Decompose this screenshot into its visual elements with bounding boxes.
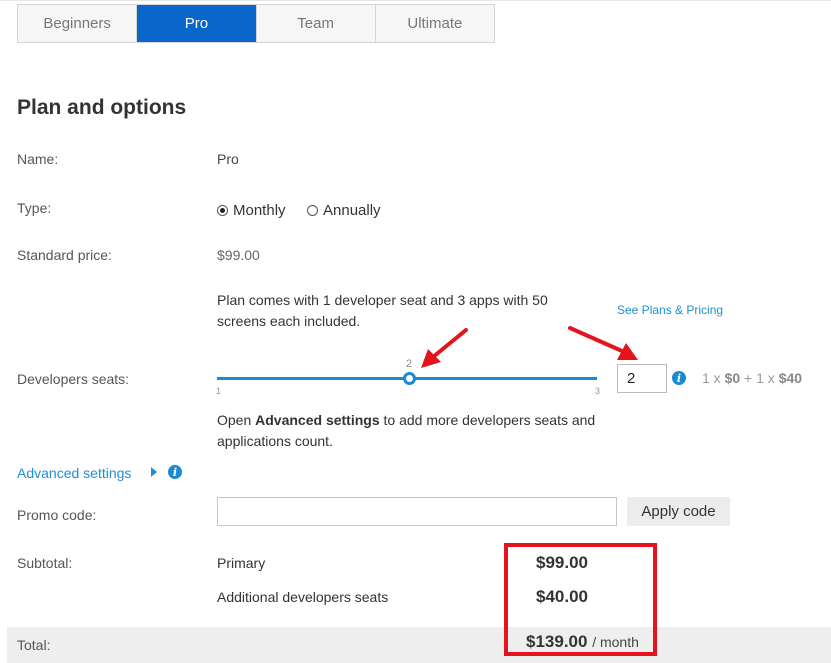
red-arrow-annotation (421, 326, 638, 368)
